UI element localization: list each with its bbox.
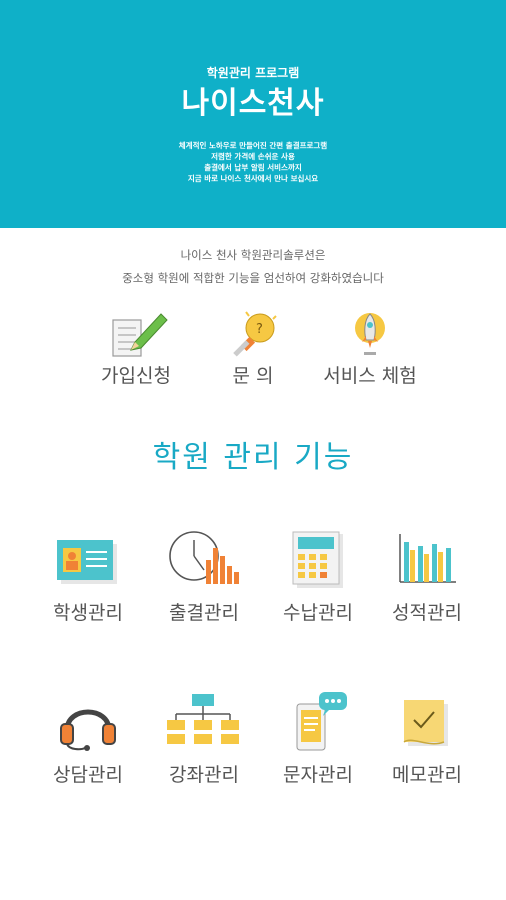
hero-title: 나이스천사 [181, 86, 325, 121]
hero-description: 체계적인 노하우로 만들어진 간편 출결프로그램 저렴한 가격에 손쉬운 사용 … [0, 140, 506, 184]
feature-student[interactable]: 학생관리 [25, 530, 151, 640]
student-id-card-icon [57, 540, 117, 584]
intro-line: 나이스 천사 학원관리솔루션은 [180, 248, 326, 262]
feature-label: 학생관리 [53, 602, 123, 624]
feature-label: 강좌관리 [169, 764, 239, 786]
feature-sms[interactable]: 문자관리 [255, 692, 381, 802]
hero-desc-line: 지금 바로 나이스 천사에서 만나 보십시요 [187, 174, 319, 183]
inquiry-lightbulb-icon: ? [233, 311, 277, 357]
memo-note-icon [403, 700, 448, 746]
feature-label: 메모관리 [392, 764, 462, 786]
feature-label: 수납관리 [283, 602, 353, 624]
course-hierarchy-icon [167, 694, 239, 744]
feature-counseling[interactable]: 상담관리 [25, 692, 151, 802]
intro-line: 중소형 학원에 적합한 기능을 엄선하여 강화하였습니다 [122, 271, 384, 285]
feature-attendance[interactable]: 출결관리 [141, 530, 267, 640]
svg-text:?: ? [256, 322, 263, 337]
signup-form-pencil-icon [112, 313, 168, 357]
intro-text: 나이스 천사 학원관리솔루션은 중소형 학원에 적합한 기능을 엄선하여 강화하… [0, 244, 506, 290]
feature-memo[interactable]: 메모관리 [364, 692, 490, 802]
grades-bar-chart-icon [399, 534, 456, 583]
attendance-clock-icon [169, 531, 239, 584]
quick-menu: 가입신청 ? 문 의 서비스 체험 [0, 300, 506, 392]
feature-label: 문자관리 [283, 764, 353, 786]
service-trial-button[interactable]: 서비스 체험 [300, 300, 440, 392]
service-rocket-icon [355, 313, 385, 355]
feature-label: 성적관리 [392, 602, 462, 624]
feature-label: 출결관리 [169, 602, 239, 624]
section-title: 학원 관리 기능 [152, 440, 354, 475]
feature-payment[interactable]: 수납관리 [255, 530, 381, 640]
feature-course[interactable]: 강좌관리 [141, 692, 267, 802]
payment-calculator-icon [292, 531, 343, 588]
feature-label: 상담관리 [53, 764, 123, 786]
hero-desc-line: 출결에서 납부 알림 서비스까지 [204, 163, 302, 172]
feature-grades[interactable]: 성적관리 [364, 530, 490, 640]
hero-banner: 학원관리 프로그램 나이스천사 체계적인 노하우로 만들어진 간편 출결프로그램… [0, 0, 506, 228]
counseling-headset-icon [60, 709, 116, 751]
sms-phone-chat-icon [296, 692, 347, 751]
hero-desc-line: 체계적인 노하우로 만들어진 간편 출결프로그램 [178, 141, 328, 150]
service-trial-label: 서비스 체험 [323, 365, 417, 387]
hero-desc-line: 저렴한 가격에 손쉬운 사용 [211, 152, 295, 161]
